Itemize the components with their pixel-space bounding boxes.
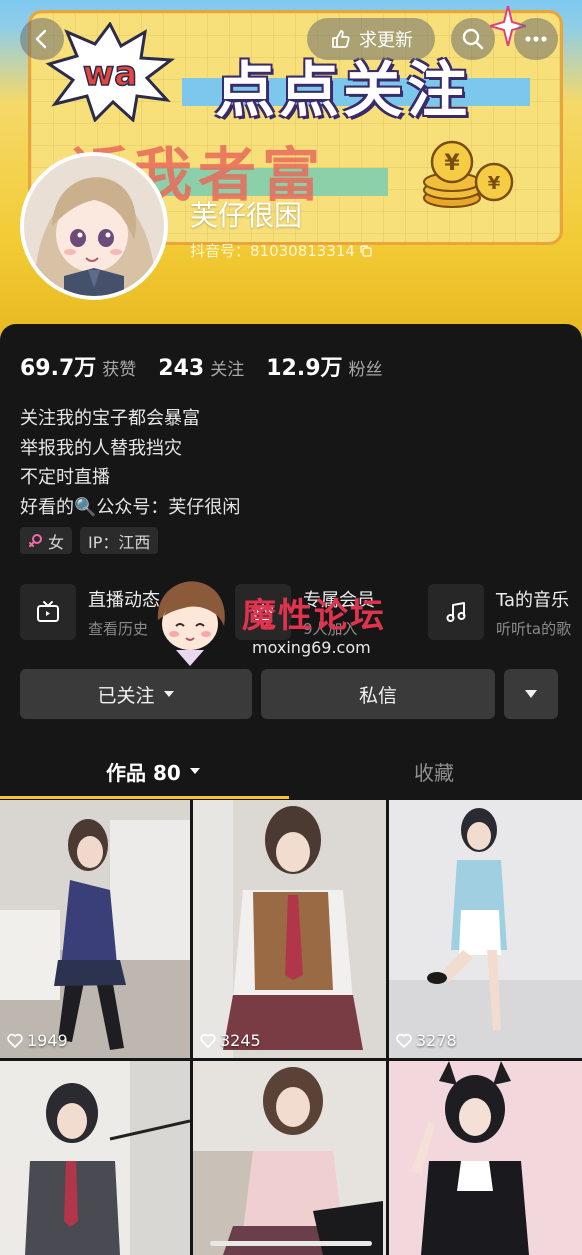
stat-followers-label: 粉丝 <box>348 360 383 380</box>
stat-likes-value: 69.7万 <box>20 356 97 381</box>
followed-button[interactable]: 已关注 <box>20 669 252 719</box>
video-thumbnail-image <box>193 800 386 1058</box>
tab-favorites[interactable]: 收藏 <box>414 745 454 797</box>
video-thumbnail[interactable]: 3245 <box>193 800 386 1058</box>
video-thumbnail-image <box>389 800 582 1058</box>
bio-line: 关注我的宝子都会暴富 <box>20 408 200 429</box>
video-like-count-text: 1949 <box>27 1031 68 1050</box>
heart-icon <box>396 1033 412 1048</box>
feature-music-icon-box <box>428 584 484 640</box>
video-thumbnail[interactable]: 3278 <box>389 800 582 1058</box>
more-button[interactable] <box>514 18 558 60</box>
stat-following[interactable]: 243 关注 <box>158 355 244 381</box>
music-icon <box>446 602 466 622</box>
profile-tags: 女 IP：江西 <box>20 527 159 554</box>
tab-works[interactable]: 作品 80 <box>106 745 201 797</box>
more-actions-button[interactable] <box>504 669 558 719</box>
video-thumbnail-image <box>193 1061 386 1255</box>
video-thumbnail-image <box>389 1061 582 1255</box>
heart-icon <box>7 1033 23 1048</box>
more-icon <box>525 36 547 42</box>
action-buttons: 已关注 私信 <box>20 669 558 719</box>
stat-followers-value: 12.9万 <box>266 356 343 381</box>
content-tabs: 作品 80 收藏 <box>0 745 582 800</box>
bio-line: 不定时直播 <box>20 467 110 488</box>
douyin-id-text: 抖音号：81030813314 <box>190 242 355 260</box>
video-thumbnail[interactable] <box>389 1061 582 1255</box>
active-tab-underline <box>0 796 289 799</box>
watermark-mascot-icon <box>157 581 225 666</box>
gender-tag: 女 <box>20 527 73 554</box>
svg-text:¥: ¥ <box>444 151 460 176</box>
followed-label: 已关注 <box>97 684 155 707</box>
female-icon <box>29 533 42 547</box>
feature-music[interactable]: Ta的音乐 听听ta的歌 <box>428 584 571 640</box>
stat-likes[interactable]: 69.7万 获赞 <box>20 350 136 382</box>
tab-favorites-label: 收藏 <box>414 760 454 785</box>
back-button[interactable] <box>20 18 64 60</box>
stat-likes-label: 获赞 <box>102 360 137 380</box>
bio: 关注我的宝子都会暴富 举报我的人替我挡灾 不定时直播 好看的🔍公众号：芙仔很闲 <box>20 404 240 522</box>
request-update-button[interactable]: 求更新 <box>307 18 435 60</box>
video-like-count-text: 3278 <box>416 1031 457 1050</box>
request-update-label: 求更新 <box>359 30 413 51</box>
video-thumbnail[interactable] <box>193 1061 386 1255</box>
stats-row: 69.7万 获赞 243 关注 12.9万 粉丝 <box>20 350 405 382</box>
search-icon <box>462 28 484 50</box>
tv-icon <box>37 601 59 622</box>
search-button[interactable] <box>451 18 495 60</box>
stat-followers[interactable]: 12.9万 粉丝 <box>266 350 382 382</box>
video-like-count-text: 3245 <box>220 1031 261 1050</box>
message-label: 私信 <box>358 684 397 707</box>
tab-works-label: 作品 80 <box>106 760 181 785</box>
request-update-icon <box>332 30 350 48</box>
video-thumbnail-image <box>0 800 190 1058</box>
home-indicator <box>210 1241 372 1246</box>
gender-label: 女 <box>48 532 65 552</box>
caret-down-icon <box>525 690 537 698</box>
watermark-title: 魔性论坛 <box>242 596 386 636</box>
bio-line: 举报我的人替我挡灾 <box>20 437 182 459</box>
svg-text:¥: ¥ <box>488 173 501 194</box>
stat-following-value: 243 <box>158 356 205 381</box>
watermark-url: moxing69.com <box>252 638 371 657</box>
burst-text: wa <box>83 54 137 94</box>
video-thumbnail[interactable] <box>0 1061 190 1255</box>
feature-live[interactable]: 直播动态 查看历史 <box>20 584 160 640</box>
ip-label: IP：江西 <box>88 532 151 552</box>
burst-icon: wa <box>45 22 175 122</box>
back-icon <box>35 29 47 49</box>
caret-down-icon <box>189 768 200 774</box>
heart-icon <box>200 1033 216 1048</box>
ip-tag: IP：江西 <box>80 527 159 554</box>
feature-music-title: Ta的音乐 <box>496 589 570 611</box>
copy-icon[interactable] <box>359 244 373 258</box>
video-thumbnail[interactable]: 1949 <box>0 800 190 1058</box>
coins-icon: ¥ ¥ <box>423 140 514 208</box>
video-like-count: 3245 <box>200 1031 261 1050</box>
video-thumbnail-image <box>0 1061 190 1255</box>
stat-following-label: 关注 <box>210 360 245 380</box>
avatar[interactable] <box>20 152 168 300</box>
bio-line: 好看的🔍公众号：芙仔很闲 <box>20 496 241 518</box>
caret-down-icon <box>163 691 174 697</box>
video-like-count: 1949 <box>7 1031 68 1050</box>
video-like-count: 3278 <box>396 1031 457 1050</box>
feature-live-icon-box <box>20 584 76 640</box>
forum-watermark: 魔性论坛 moxing69.com <box>150 576 420 666</box>
video-grid: 1949 3245 3278 <box>0 800 582 1255</box>
douyin-id: 抖音号：81030813314 <box>190 240 373 261</box>
feature-music-sub: 听听ta的歌 <box>496 619 572 638</box>
avatar-illustration <box>24 156 164 296</box>
message-button[interactable]: 私信 <box>261 669 495 719</box>
nickname: 芙仔很困 <box>190 199 303 232</box>
